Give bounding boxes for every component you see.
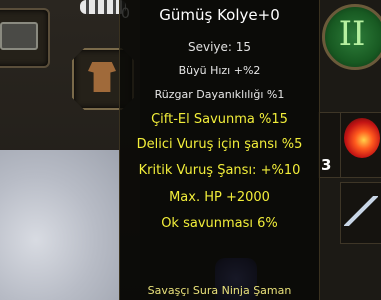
chest-icon (0, 22, 38, 50)
fire-orb-icon (344, 118, 380, 158)
bonus-stat: Max. HP +2000 (169, 190, 270, 205)
stack-count: 3 (321, 156, 332, 174)
item-tooltip: I Gümüş Kolye+0 Seviye: 15 Büyü Hızı +%2… (119, 0, 381, 300)
bonus-stat: Kritik Vuruş Şansı: +%10 (138, 163, 301, 178)
base-stat: Büyü Hızı +%2 (178, 64, 261, 77)
faint-emblem-icon: I (368, 28, 381, 64)
item-title: Gümüş Kolye+0 (159, 6, 280, 24)
bonus-stat: Ok savunması 6% (161, 216, 278, 231)
bonus-stat: Delici Vuruş için şansı %5 (136, 137, 303, 152)
item-level: Seviye: 15 (187, 40, 252, 54)
base-stat: Rüzgar Dayanıklılığı %1 (154, 88, 285, 101)
snow-background (0, 150, 120, 300)
bonus-stat: Çift-El Savunma %15 (151, 112, 288, 127)
swords-icon (344, 196, 378, 226)
item-classes: Savaşçı Sura Ninja Şaman (147, 284, 292, 297)
